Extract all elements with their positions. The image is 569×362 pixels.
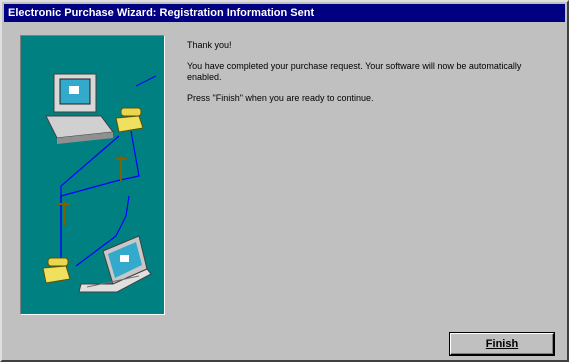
telephone-icon: [115, 107, 144, 133]
window-title: Electronic Purchase Wizard: Registration…: [8, 7, 315, 19]
thanks-text: Thank you!: [187, 40, 232, 50]
laptop-icon: [78, 235, 152, 293]
finish-button-label: Finish: [485, 338, 519, 350]
telephone-icon: [42, 257, 71, 284]
wizard-illustration: [20, 35, 165, 315]
network-illustration-icon: [42, 73, 157, 293]
desktop-computer-icon: [45, 73, 114, 144]
instruction-text: Press "Finish" when you are ready to con…: [187, 93, 374, 103]
title-bar[interactable]: Electronic Purchase Wizard: Registration…: [4, 4, 565, 22]
wizard-window: Electronic Purchase Wizard: Registration…: [0, 0, 569, 362]
completed-text: You have completed your purchase request…: [187, 61, 522, 82]
finish-button[interactable]: Finish: [449, 332, 555, 356]
message-area: Thank you! You have completed your purch…: [187, 40, 547, 114]
